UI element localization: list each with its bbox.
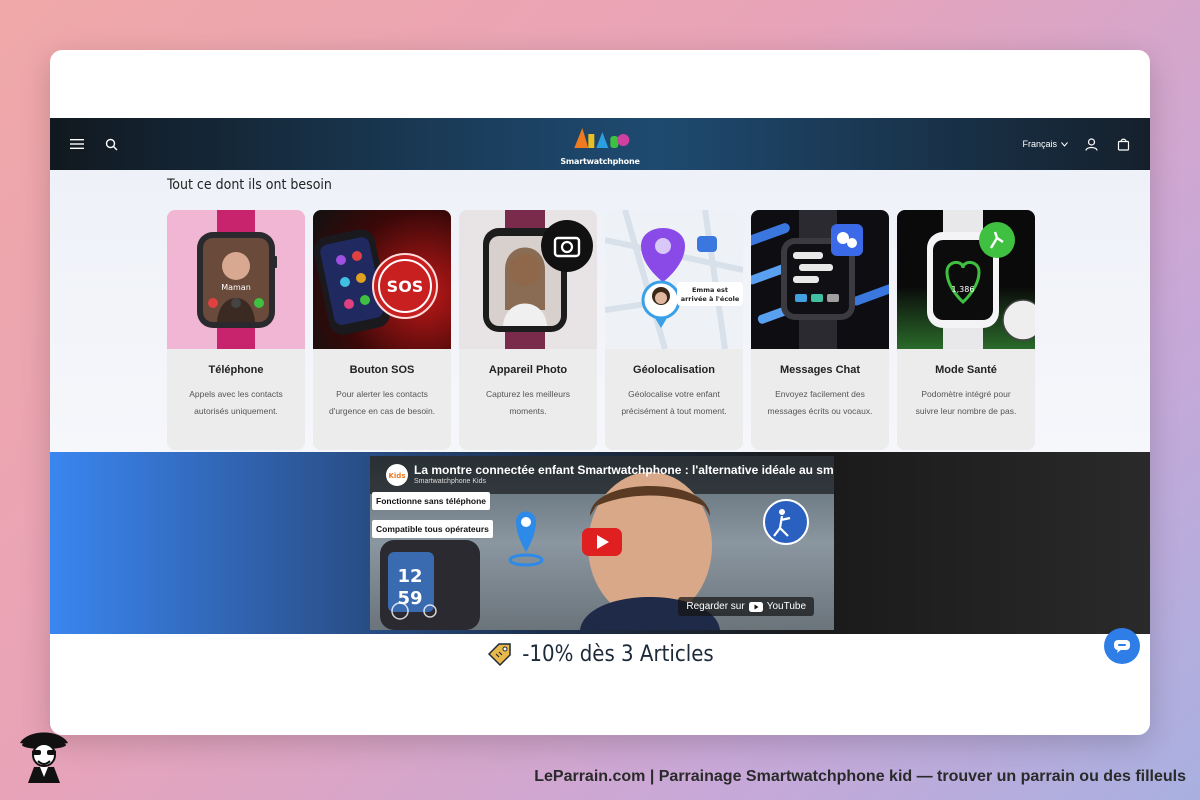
feature-card-geolocation[interactable]: Emma est arrivée à l'école Géolocalisati… [605,210,743,450]
feature-desc: Géolocalise votre enfant précisément à t… [621,389,727,416]
spy-mascot-icon [20,732,68,783]
chat-button[interactable] [1104,628,1140,664]
tag-icon [488,643,512,667]
feature-title: Appareil Photo [488,364,568,376]
health-watch-image: 1,386 [897,210,1035,349]
site-logo[interactable]: Smartwatchphone [560,122,640,166]
step-count-label: 1,386 [952,285,975,294]
chat-watch-image [751,210,889,349]
promo-banner[interactable]: -10% dès 3 Articles [50,634,1150,674]
site-header: Smartwatchphone Français [50,118,1150,170]
feature-title: Téléphone [208,364,264,376]
sos-label: SOS [387,277,424,296]
feature-title: Bouton SOS [349,364,415,376]
features-section: Tout ce dont ils ont besoin Maman Téléph… [50,170,1150,452]
sos-watch-image: SOS [313,210,451,349]
video-badge-all-operators: Compatible tous opérateurs [372,520,493,538]
youtube-logo-icon [748,601,763,612]
svg-text:12: 12 [397,566,422,587]
features-grid: Maman Téléphone Appels avec les contacts… [167,210,1035,450]
feature-desc: Pour alerter les contacts d'urgence en c… [328,389,436,416]
browser-card: Smartwatchphone Français Tout ce dont il… [50,50,1150,735]
camera-watch-image [459,210,597,349]
video-section: 12 59 Kids La montre connectée enfant Sm… [50,452,1150,634]
promo-text: -10% dès 3 Articles [522,641,714,667]
language-label: Français [1022,139,1057,149]
cart-icon[interactable] [1114,135,1132,153]
youtube-label: YouTube [766,601,806,612]
feature-card-camera[interactable]: Appareil Photo Capturez les meilleurs mo… [459,210,597,450]
feature-title: Géolocalisation [633,364,715,376]
svg-text:Kids: Kids [388,472,405,480]
feature-card-sos[interactable]: SOS Bouton SOS Pour alerter les contacts… [313,210,451,450]
youtube-video-embed[interactable]: 12 59 Kids La montre connectée enfant Sm… [370,456,834,630]
feature-title: Mode Santé [935,364,997,376]
feature-card-health[interactable]: 1,386 Mode Santé Podomètre intégré pour … [897,210,1035,450]
map-image: Emma est arrivée à l'école [605,210,743,349]
watch-caller-label: Maman [221,283,251,292]
watch-on-label: Regarder sur [686,601,745,612]
channel-avatar-icon: Kids [386,464,408,486]
menu-icon[interactable] [68,135,86,153]
svg-text:59: 59 [397,588,422,609]
svg-text:Emma est: Emma est [692,286,728,294]
svg-text:arrivée à l'école: arrivée à l'école [681,295,740,303]
feature-card-telephone[interactable]: Maman Téléphone Appels avec les contacts… [167,210,305,450]
language-selector[interactable]: Français [1022,139,1068,149]
section-title: Tout ce dont ils ont besoin [167,177,332,193]
account-icon[interactable] [1082,135,1100,153]
video-channel[interactable]: Smartwatchphone Kids [414,478,486,485]
search-icon[interactable] [102,135,120,153]
kids-logo-icon [573,128,629,148]
watch-on-youtube-button[interactable]: Regarder sur YouTube [678,597,814,616]
feature-desc: Podomètre intégré pour suivre leur nombr… [915,389,1017,416]
page-caption: LeParrain.com | Parrainage Smartwatchpho… [534,768,1186,785]
chat-bubble-icon [1114,640,1130,653]
logo-text: Smartwatchphone [560,157,640,166]
feature-desc: Appels avec les contacts autorisés uniqu… [189,389,283,416]
feature-title: Messages Chat [779,364,861,376]
video-badge-no-phone: Fonctionne sans téléphone [372,492,491,510]
feature-desc: Capturez les meilleurs moments. [485,389,571,416]
feature-card-chat[interactable]: Messages Chat Envoyez facilement des mes… [751,210,889,450]
phone-watch-image: Maman [167,210,305,349]
video-title[interactable]: La montre connectée enfant Smartwatchpho… [414,463,834,477]
feature-desc: Envoyez facilement des messages écrits o… [767,389,873,416]
chevron-down-icon [1061,141,1068,147]
